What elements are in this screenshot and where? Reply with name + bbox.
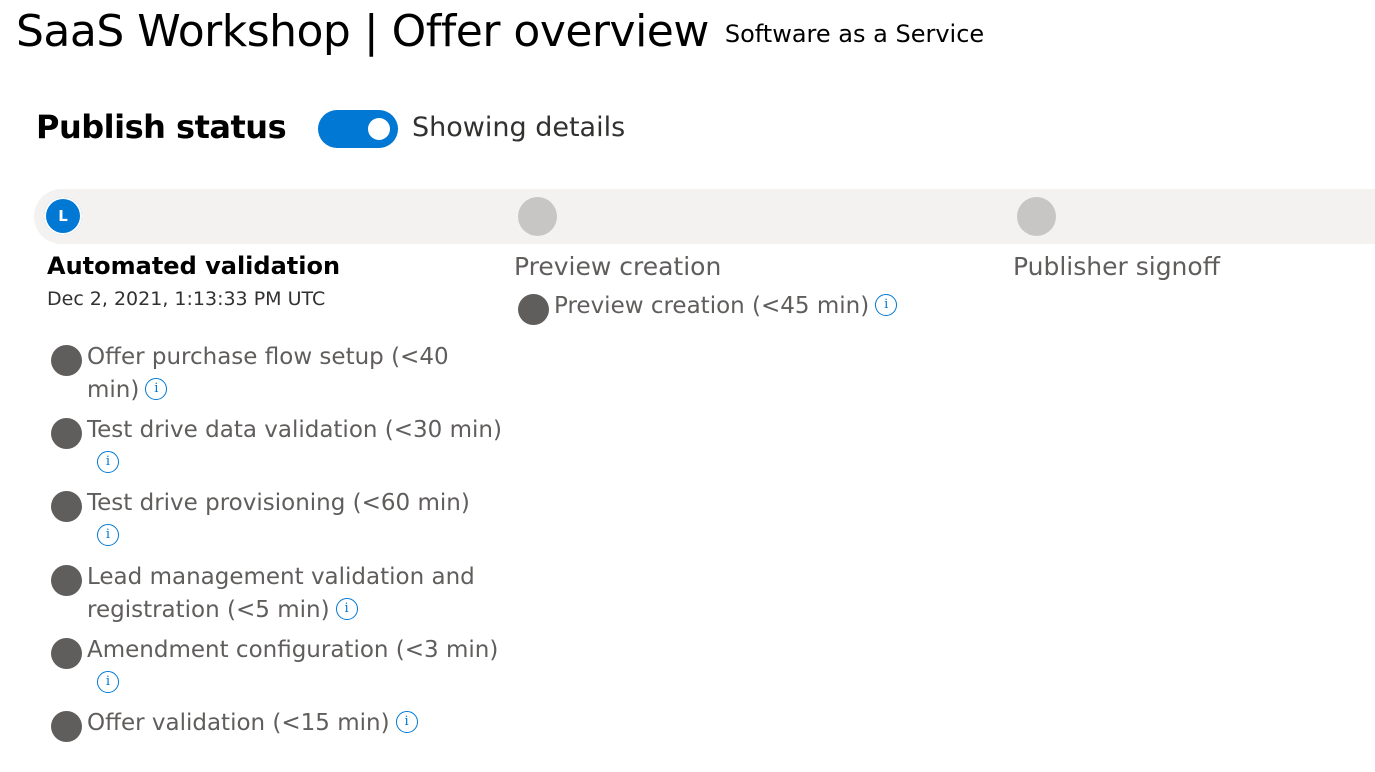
task-item: Offer validation (<15 min) i xyxy=(47,707,507,742)
progress-track xyxy=(34,189,1375,244)
info-icon[interactable]: i xyxy=(97,671,119,693)
task-label: Test drive data validation (<30 min) xyxy=(87,417,502,443)
info-icon[interactable]: i xyxy=(395,711,418,733)
info-icon[interactable]: i xyxy=(875,294,898,316)
status-dot-icon xyxy=(51,491,82,522)
task-item: Test drive data validation (<30 min) i xyxy=(47,414,507,480)
step-indicator-publisher-signoff xyxy=(1017,197,1056,236)
task-label: Lead management validation and registrat… xyxy=(87,564,475,623)
task-item: Lead management validation and registrat… xyxy=(47,561,497,627)
status-dot-icon xyxy=(51,638,82,669)
step-column-preview-creation: Preview creation Preview creation (<45 m… xyxy=(514,252,954,325)
step-indicator-preview-creation xyxy=(518,197,557,236)
publish-status-heading: Publish status xyxy=(36,108,287,146)
step-column-publisher-signoff: Publisher signoff xyxy=(1013,252,1353,281)
page-header: SaaS Workshop | Offer overview Software a… xyxy=(16,6,984,57)
step-column-automated-validation: Automated validation Dec 2, 2021, 1:13:3… xyxy=(47,252,507,742)
page-subtitle: Software as a Service xyxy=(724,20,985,48)
task-label: Offer validation (<15 min) xyxy=(87,710,390,736)
step-indicator-automated-validation: L xyxy=(44,197,82,235)
task-item: Amendment configuration (<3 min) i xyxy=(47,634,507,700)
offer-overview-page: SaaS Workshop | Offer overview Software a… xyxy=(0,0,1375,772)
info-icon[interactable]: i xyxy=(97,524,119,546)
task-item: Preview creation (<45 min) i xyxy=(514,290,974,325)
step-title: Publisher signoff xyxy=(1013,252,1220,281)
info-icon[interactable]: i xyxy=(97,451,119,473)
status-dot-icon xyxy=(51,345,82,376)
task-label: Preview creation (<45 min) xyxy=(554,293,870,319)
info-icon[interactable]: i xyxy=(335,598,358,620)
step-timestamp: Dec 2, 2021, 1:13:33 PM UTC xyxy=(47,288,326,310)
step-title: Automated validation xyxy=(47,252,341,280)
task-label: Test drive provisioning (<60 min) xyxy=(87,490,470,516)
status-dot-icon xyxy=(51,565,82,596)
task-label: Offer purchase flow setup (<40 min) xyxy=(87,344,449,403)
task-item: Offer purchase flow setup (<40 min) i xyxy=(47,341,497,407)
status-dot-icon xyxy=(518,294,549,325)
task-item: Test drive provisioning (<60 min) i xyxy=(47,487,507,553)
status-dot-icon xyxy=(51,418,82,449)
info-icon[interactable]: i xyxy=(145,378,168,400)
task-label: Amendment configuration (<3 min) xyxy=(87,637,499,663)
show-details-toggle[interactable] xyxy=(318,110,398,148)
toggle-label: Showing details xyxy=(412,112,626,143)
status-dot-icon xyxy=(51,711,82,742)
step-title: Preview creation xyxy=(514,252,722,281)
page-title: SaaS Workshop | Offer overview xyxy=(16,6,709,57)
toggle-knob xyxy=(368,118,390,140)
